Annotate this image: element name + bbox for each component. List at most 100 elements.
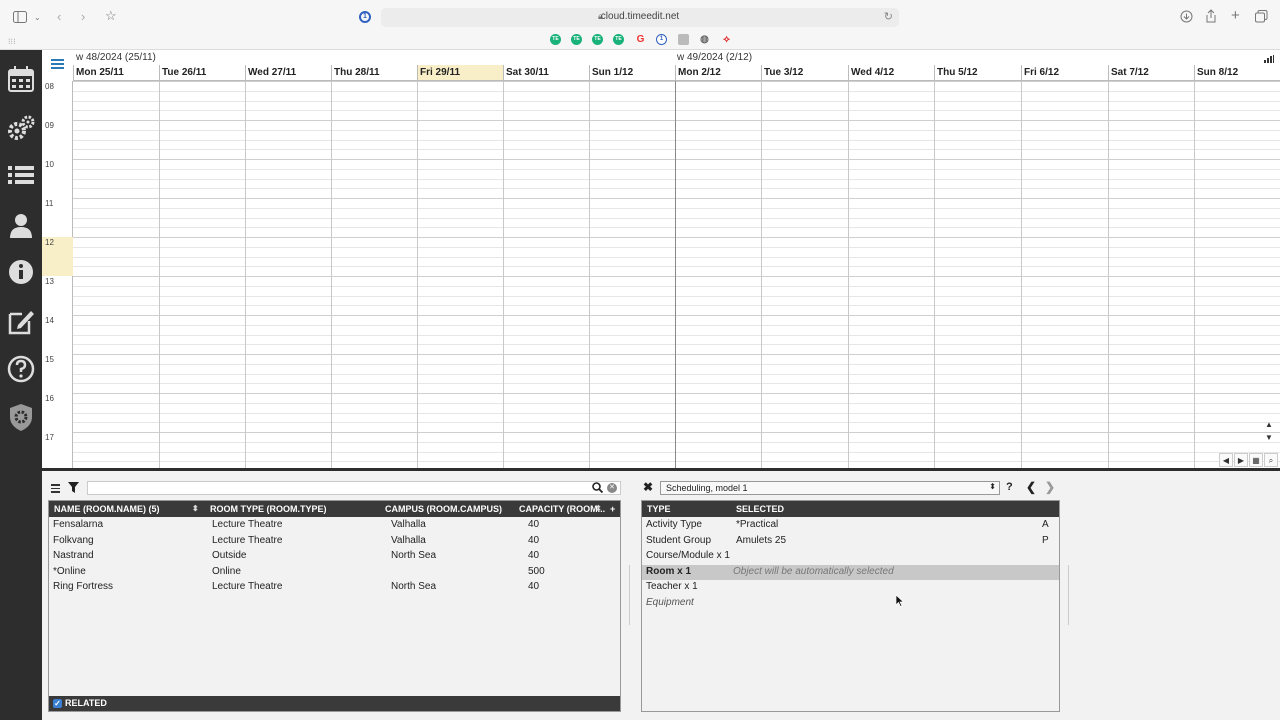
download-icon[interactable]	[1180, 10, 1193, 26]
column-header-name[interactable]: NAME (ROOM.NAME) (5)	[54, 504, 160, 514]
cell-type: Room x 1	[646, 565, 692, 577]
table-row[interactable]: *Online Online 500	[49, 565, 620, 580]
scheduling-row[interactable]: Equipment	[642, 596, 1059, 611]
address-bar[interactable]: 🔒︎ cloud.timeedit.net ↻	[381, 8, 899, 27]
password-extension-icon[interactable]: 1	[656, 34, 667, 45]
timeedit-extension-icon[interactable]: TE	[571, 34, 582, 45]
google-icon[interactable]: G	[635, 34, 646, 45]
close-icon[interactable]: ✖	[643, 480, 653, 494]
timeedit-extension-icon[interactable]: TE	[613, 34, 624, 45]
day-header[interactable]: Tue 3/12	[761, 65, 848, 81]
list-toolbar: ✕	[48, 480, 621, 496]
panel-splitter[interactable]	[42, 468, 1280, 471]
day-header[interactable]: Thu 5/12	[934, 65, 1021, 81]
day-divider	[1108, 81, 1109, 470]
scheduling-row[interactable]: Activity Type *Practical A	[642, 518, 1059, 533]
scheduling-row[interactable]: Student Group Amulets 25 P	[642, 534, 1059, 549]
resize-handle[interactable]	[1068, 565, 1069, 625]
search-icon[interactable]	[592, 482, 604, 496]
column-header-campus[interactable]: CAMPUS (ROOM.CAMPUS)	[385, 504, 502, 514]
scheduling-row[interactable]: Room x 1 Object will be automatically sel…	[642, 564, 1059, 580]
grid-line	[73, 90, 1280, 92]
reload-icon[interactable]: ↻	[884, 10, 893, 23]
timeedit-extension-icon[interactable]: TE	[592, 34, 603, 45]
pdf-extension-icon[interactable]: ⟡	[721, 34, 732, 45]
gears-icon[interactable]	[6, 113, 36, 143]
scheduling-row[interactable]: Teacher x 1	[642, 580, 1059, 595]
day-header[interactable]: Wed 27/11	[245, 65, 331, 81]
edit-icon[interactable]	[6, 306, 36, 336]
week-label: w 48/2024 (25/11)	[76, 52, 156, 63]
info-icon[interactable]	[6, 257, 36, 287]
filter-icon[interactable]	[68, 482, 79, 495]
calendar-menu-button[interactable]	[42, 50, 73, 80]
scheduling-model-select[interactable]: Scheduling, model 1 ⬍	[660, 481, 1000, 495]
prev-icon[interactable]: ❮	[1026, 480, 1036, 494]
cell-campus: North Sea	[391, 581, 437, 592]
tabs-overview-icon[interactable]	[1255, 10, 1268, 26]
scroll-controls: ▲ ▼	[1262, 418, 1276, 444]
list-menu-icon[interactable]	[51, 484, 60, 495]
cell-name: *Online	[53, 565, 86, 577]
table-row[interactable]: Ring Fortress Lecture Theatre North Sea 40	[49, 580, 620, 595]
back-icon[interactable]: ‹	[57, 10, 61, 24]
day-header[interactable]: Sun 1/12	[589, 65, 675, 81]
globe-icon[interactable]: ◍	[699, 34, 710, 45]
column-header-capacity[interactable]: CAPACITY (ROOM...	[519, 504, 605, 514]
sort-icon[interactable]: ⬍	[192, 504, 199, 513]
day-header[interactable]: Mon 2/12	[675, 65, 761, 81]
password-manager-icon[interactable]: 1	[359, 11, 371, 23]
admin-shield-icon[interactable]	[6, 402, 36, 432]
scroll-up-icon[interactable]: ▲	[1262, 418, 1276, 431]
resize-handle[interactable]	[629, 565, 630, 625]
cell-type: Outside	[212, 550, 247, 561]
day-header[interactable]: Thu 28/11	[331, 65, 417, 81]
help-button[interactable]: ?	[1006, 481, 1013, 493]
list-icon[interactable]	[6, 160, 36, 190]
calendar-grid[interactable]	[73, 81, 1280, 470]
cell-selected: *Practical	[736, 519, 779, 530]
prev-period-icon[interactable]: ◀	[1219, 453, 1233, 467]
table-row[interactable]: Nastrand Outside North Sea 40	[49, 549, 620, 564]
hour-label: 16	[45, 394, 54, 403]
reader-extension-icon[interactable]	[678, 34, 689, 45]
calendar-picker-icon[interactable]: ▦	[1249, 453, 1263, 467]
next-icon[interactable]: ❯	[1045, 480, 1055, 494]
scheduling-row[interactable]: Course/Module x 1	[642, 549, 1059, 564]
add-column-button[interactable]: +	[610, 504, 615, 514]
forward-icon[interactable]: ›	[81, 10, 85, 24]
cell-name: Nastrand	[53, 550, 94, 561]
user-icon[interactable]	[6, 210, 36, 240]
day-header[interactable]: Sun 8/12	[1194, 65, 1280, 81]
related-toggle[interactable]: ✓ RELATED	[49, 696, 620, 711]
next-period-icon[interactable]: ▶	[1234, 453, 1248, 467]
calendar-icon[interactable]	[6, 64, 36, 94]
day-header[interactable]: Tue 26/11	[159, 65, 245, 81]
day-header[interactable]: Fri 6/12	[1021, 65, 1108, 81]
chevron-down-icon[interactable]: ⌄	[34, 11, 41, 25]
search-input[interactable]: ✕	[87, 481, 621, 495]
day-divider	[245, 81, 246, 470]
column-header-type[interactable]: ROOM TYPE (ROOM.TYPE)	[210, 504, 327, 514]
scheduling-toolbar: ✖ Scheduling, model 1 ⬍ ? ❮ ❯	[640, 480, 1060, 496]
sidebar-toggle-icon[interactable]	[13, 11, 27, 26]
new-tab-icon[interactable]: +	[1231, 8, 1240, 23]
day-header[interactable]: Fri 29/11	[417, 65, 503, 81]
scroll-down-icon[interactable]: ▼	[1262, 431, 1276, 444]
zoom-icon[interactable]: ⌕	[1264, 453, 1278, 467]
table-row[interactable]: Folkvang Lecture Theatre Valhalla 40	[49, 534, 620, 549]
bar-chart-icon[interactable]	[1264, 54, 1274, 63]
share-icon[interactable]	[1205, 9, 1217, 26]
help-icon[interactable]	[6, 354, 36, 384]
checkbox-checked-icon[interactable]: ✓	[53, 699, 62, 708]
day-header[interactable]: Mon 25/11	[73, 65, 159, 81]
sort-icon[interactable]: ⬍	[595, 504, 602, 513]
day-header[interactable]: Sat 7/12	[1108, 65, 1194, 81]
day-header[interactable]: Sat 30/11	[503, 65, 589, 81]
clear-icon[interactable]: ✕	[607, 483, 617, 493]
table-row[interactable]: Fensalarna Lecture Theatre Valhalla 40	[49, 518, 620, 533]
cell-capacity: 40	[528, 534, 540, 546]
bookmark-star-icon[interactable]: ☆	[105, 9, 117, 23]
day-header[interactable]: Wed 4/12	[848, 65, 934, 81]
timeedit-extension-icon[interactable]: TE	[550, 34, 561, 45]
